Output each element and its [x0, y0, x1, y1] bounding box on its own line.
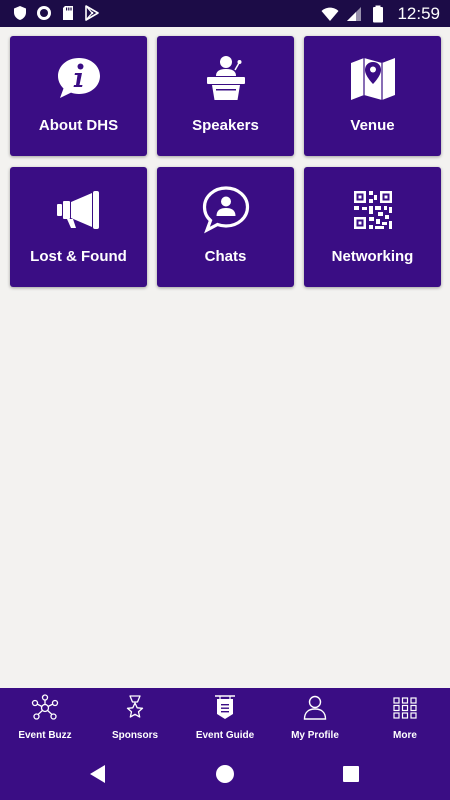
- system-nav-bar: [0, 748, 450, 800]
- status-right-icons: 12:59: [321, 4, 440, 23]
- star-trophy-icon: [126, 695, 144, 718]
- home-circle-icon: [216, 765, 234, 783]
- recents-button[interactable]: [339, 762, 363, 786]
- record-icon: [37, 6, 51, 20]
- nav-more[interactable]: More: [360, 688, 450, 748]
- sd-card-icon: [63, 6, 73, 20]
- megaphone-icon: [56, 191, 99, 229]
- tile-speakers[interactable]: Speakers: [157, 36, 294, 156]
- home-grid: About DHS Speakers Venue Lost & Found Ch…: [0, 27, 450, 688]
- back-button[interactable]: [86, 762, 110, 786]
- nav-label: More: [393, 730, 417, 741]
- tile-about-dhs[interactable]: About DHS: [10, 36, 147, 156]
- nav-label: Event Guide: [195, 730, 255, 741]
- nav-event-buzz[interactable]: Event Buzz: [0, 688, 90, 748]
- podium-speaker-icon: [206, 56, 245, 100]
- signal-icon: [347, 6, 362, 21]
- nav-sponsors[interactable]: Sponsors: [90, 688, 180, 748]
- tile-label: Networking: [331, 248, 414, 265]
- status-bar: 12:59: [0, 0, 450, 27]
- tile-label: Speakers: [192, 117, 259, 134]
- tile-chats[interactable]: Chats: [157, 167, 294, 287]
- wifi-icon: [321, 7, 339, 21]
- info-bubble-icon: [57, 58, 100, 98]
- nav-event-guide[interactable]: Event Guide: [180, 688, 270, 748]
- user-icon: [303, 695, 327, 720]
- qr-code-icon: [353, 191, 392, 229]
- tile-label: About DHS: [38, 117, 119, 134]
- back-triangle-icon: [90, 765, 105, 783]
- tile-label: Lost & Found: [30, 248, 127, 265]
- tile-networking[interactable]: Networking: [304, 167, 441, 287]
- tile-lost-and-found[interactable]: Lost & Found: [10, 167, 147, 287]
- battery-icon: [373, 5, 384, 22]
- tile-label: Chats: [204, 248, 247, 265]
- play-store-icon: [85, 5, 99, 21]
- nav-label: Sponsors: [111, 730, 159, 741]
- status-left-icons: [12, 5, 100, 21]
- tile-venue[interactable]: Venue: [304, 36, 441, 156]
- shield-icon: [14, 6, 26, 20]
- map-pin-icon: [350, 58, 395, 100]
- nav-my-profile[interactable]: My Profile: [270, 688, 360, 748]
- guide-sign-icon: [215, 695, 235, 719]
- network-icon: [31, 694, 59, 720]
- chat-user-icon: [202, 186, 249, 234]
- bottom-nav: Event Buzz Sponsors Event Guide My Profi…: [0, 688, 450, 748]
- status-time: 12:59: [397, 4, 440, 23]
- tile-label: Venue: [350, 117, 395, 134]
- nav-label: Event Buzz: [18, 730, 72, 741]
- recents-square-icon: [343, 766, 359, 782]
- grid-icon: [393, 697, 417, 719]
- home-button[interactable]: [213, 762, 237, 786]
- nav-label: My Profile: [291, 730, 339, 741]
